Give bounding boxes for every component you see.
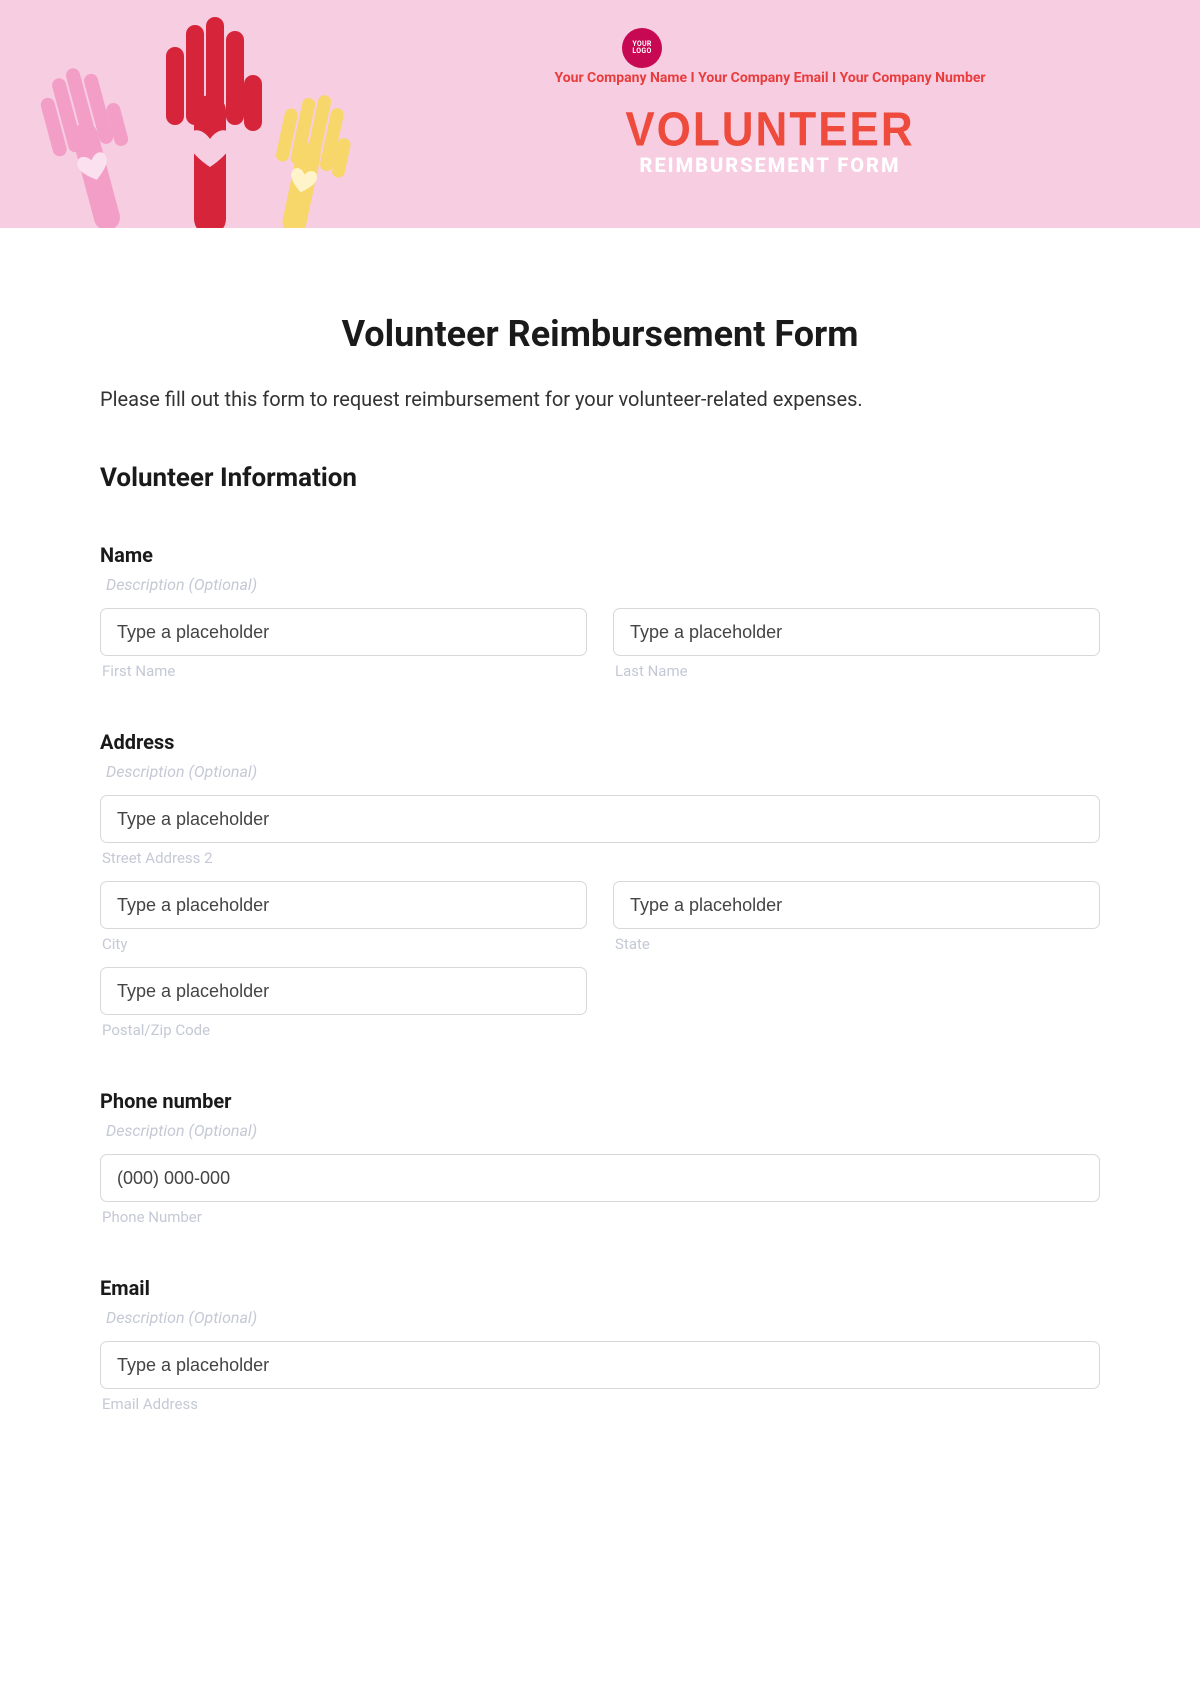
company-info-line: Your Company Name I Your Company Email I… [0,70,1200,86]
email-input[interactable] [100,1341,1100,1389]
name-label: Name [100,543,1100,567]
company-name: Your Company Name [554,70,687,86]
form-intro-text: Please fill out this form to request rei… [100,387,1100,411]
first-name-input[interactable] [100,608,587,656]
last-name-sublabel: Last Name [613,662,1100,680]
section-title-volunteer: Volunteer Information [100,463,1100,493]
field-group-name: Name Description (Optional) First Name L… [100,543,1100,680]
state-input[interactable] [613,881,1100,929]
phone-label: Phone number [100,1089,1100,1113]
banner-title-block: VOLUNTEER REIMBURSEMENT FORM [0,105,1200,177]
field-group-email: Email Description (Optional) Email Addre… [100,1276,1100,1413]
phone-input[interactable] [100,1154,1100,1202]
logo-text: YOUR LOGO [622,41,662,55]
street-address-2-sublabel: Street Address 2 [100,849,1100,867]
city-sublabel: City [100,935,587,953]
page-title: Volunteer Reimbursement Form [100,313,1100,355]
state-sublabel: State [613,935,1100,953]
field-group-phone: Phone number Description (Optional) Phon… [100,1089,1100,1226]
banner-title-main: VOLUNTEER [340,103,1200,158]
email-label: Email [100,1276,1100,1300]
company-number: Your Company Number [840,70,986,86]
postal-code-sublabel: Postal/Zip Code [100,1021,587,1039]
first-name-sublabel: First Name [100,662,587,680]
address-label: Address [100,730,1100,754]
city-input[interactable] [100,881,587,929]
phone-description: Description (Optional) [100,1121,1100,1140]
postal-code-input[interactable] [100,967,587,1015]
last-name-input[interactable] [613,608,1100,656]
email-description: Description (Optional) [100,1308,1100,1327]
banner-header: YOUR LOGO Your Company Name I Your Compa… [0,0,1200,228]
phone-sublabel: Phone Number [100,1208,1100,1226]
field-group-address: Address Description (Optional) Street Ad… [100,730,1100,1039]
form-body: Volunteer Reimbursement Form Please fill… [0,228,1200,1433]
email-sublabel: Email Address [100,1395,1100,1413]
company-email: Your Company Email [698,70,828,86]
street-address-2-input[interactable] [100,795,1100,843]
logo-badge: YOUR LOGO [622,28,662,68]
name-description: Description (Optional) [100,575,1100,594]
address-description: Description (Optional) [100,762,1100,781]
